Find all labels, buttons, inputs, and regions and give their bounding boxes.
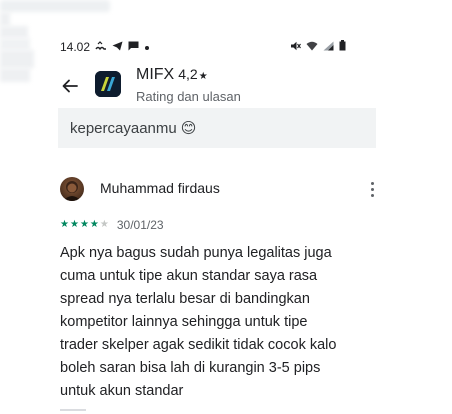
review-text: Apk nya bagus sudah punya legalitas juga… xyxy=(60,242,380,403)
arrow-back-icon xyxy=(62,79,78,93)
app-rating: 4,2 xyxy=(178,66,198,82)
star-icon: ★ xyxy=(79,219,89,230)
developer-reply: kepercayaanmu 😊 xyxy=(58,108,376,148)
mifx-logo-icon xyxy=(95,71,121,97)
reviewer-name: Muhammad firdaus xyxy=(100,180,220,196)
background-blur xyxy=(0,0,110,12)
app-subtitle: Rating dan ulasan xyxy=(136,89,241,104)
review-date: 30/01/23 xyxy=(116,218,164,232)
divider xyxy=(60,409,86,411)
review-line: kompetitor lainnya sehingga untuk tipe xyxy=(60,314,308,330)
review-line: trader skelper agak sedikit tidak cocok … xyxy=(60,337,337,353)
review-line: boleh saran bisa lah di kurangin 3-5 pip… xyxy=(60,360,321,376)
app-name: MIFX xyxy=(136,66,175,83)
background-blur xyxy=(0,68,30,82)
more-vert-icon-dot xyxy=(370,193,374,197)
review-line: Apk nya bagus sudah punya legalitas juga xyxy=(60,245,332,261)
background-blur xyxy=(0,38,30,50)
review-rating-row: ★ ★ ★ ★ ★ 30/01/23 xyxy=(60,218,164,232)
weather-icon xyxy=(95,40,107,54)
review-line: spread nya terlalu besar di bandingkan xyxy=(60,291,310,307)
background-blur xyxy=(0,12,10,26)
dot-icon xyxy=(144,40,150,54)
more-vert-icon-dot xyxy=(370,187,374,191)
status-time: 14.02 xyxy=(60,40,91,54)
status-left: 14.02 xyxy=(60,40,150,54)
app-title: MIFX 4,2★ xyxy=(136,66,208,84)
mute-icon xyxy=(290,40,301,54)
battery-icon xyxy=(339,40,346,54)
message-icon xyxy=(128,40,139,54)
more-options-button[interactable] xyxy=(364,179,380,199)
status-bar: 14.02 xyxy=(60,38,346,56)
more-vert-icon xyxy=(370,181,374,185)
star-icon: ★ xyxy=(99,219,109,230)
review-line: untuk akun standar xyxy=(60,383,184,399)
reply-cutoff-line xyxy=(70,108,376,117)
telegram-icon xyxy=(112,40,123,54)
background-blur xyxy=(0,50,34,68)
star-icon: ★ xyxy=(60,219,69,230)
signal-icon xyxy=(323,40,334,54)
status-right xyxy=(290,40,346,54)
wifi-icon xyxy=(306,40,318,54)
app-icon xyxy=(95,71,121,97)
back-button[interactable] xyxy=(60,76,80,96)
star-rating: ★ ★ ★ ★ ★ xyxy=(60,220,109,230)
star-icon: ★ xyxy=(89,219,99,230)
reply-text: kepercayaanmu 😊 xyxy=(70,119,197,138)
star-icon: ★ xyxy=(69,219,79,230)
background-blur xyxy=(0,26,28,38)
rating-star-icon: ★ xyxy=(198,71,208,82)
review-header: Muhammad firdaus xyxy=(60,175,380,203)
avatar xyxy=(60,177,84,201)
smile-emoji-icon: 😊 xyxy=(180,120,197,137)
page: 14.02 MIFX 4,2★ Rating dan ulasan keperc… xyxy=(0,0,452,414)
reply-text-content: kepercayaanmu xyxy=(70,119,177,137)
app-bar: MIFX 4,2★ Rating dan ulasan xyxy=(58,66,358,106)
review-line: cuma untuk tipe akun standar saya rasa xyxy=(60,268,318,284)
